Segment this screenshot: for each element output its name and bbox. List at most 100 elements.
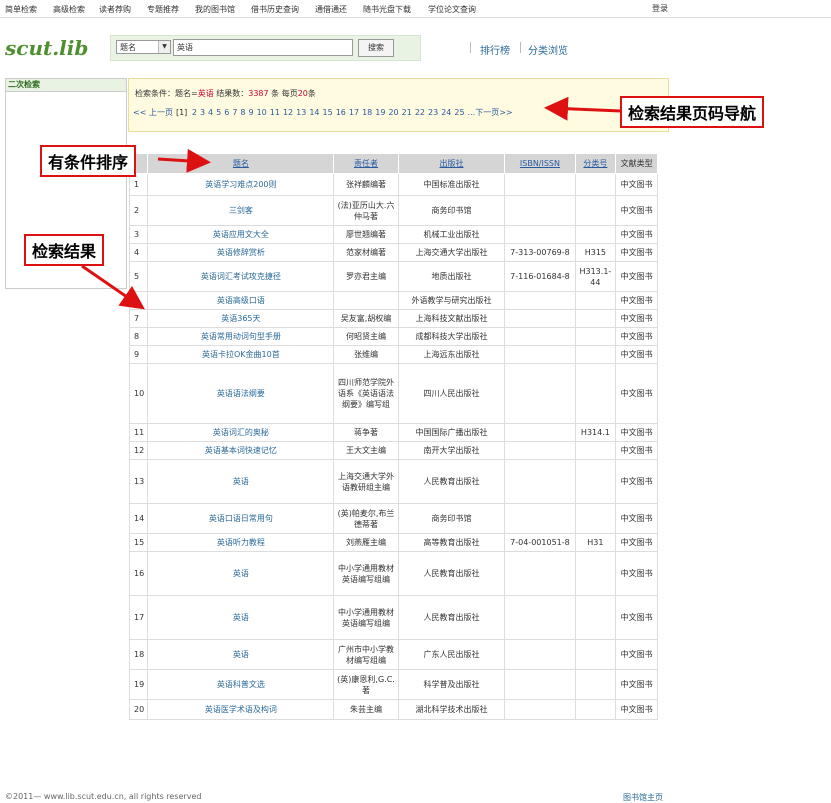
sort-by-author[interactable]: 责任者 [333,153,399,174]
nav-interlibrary[interactable]: 通借通还 [315,4,347,15]
nav-advanced-search[interactable]: 高级检索 [53,4,85,15]
sort-by-isbn[interactable]: ISBN/ISSN [504,153,576,174]
author-cell: 王大文主编 [333,441,399,460]
doc-type-cell: 中文图书 [615,459,658,504]
next-page-link[interactable]: ...下一页>> [468,108,513,117]
author-cell: 范家材编著 [333,243,399,262]
page-link[interactable]: 11 [270,108,280,117]
search-button[interactable]: 搜索 [358,39,394,57]
doc-type-cell: 中文图书 [615,423,658,442]
title-link[interactable]: 英语听力教程 [147,533,335,552]
title-link[interactable]: 英语口语日常用句 [147,503,335,534]
row-number: 13 [128,459,149,504]
class-number-cell [574,363,617,424]
page-link[interactable]: 8 [240,108,245,117]
title-link[interactable]: 英语常用动词句型手册 [147,327,335,346]
page-link[interactable]: 2 [192,108,197,117]
page-link[interactable]: 22 [415,108,425,117]
row-number: 18 [128,639,149,670]
page-link[interactable]: 15 [323,108,333,117]
title-link[interactable]: 英语修辞赏析 [147,243,335,262]
nav-borrow-history[interactable]: 借书历史查询 [251,4,299,15]
class-number-cell [574,595,617,640]
table-row: 12 英语基本词快速记忆 王大文主编 南开大学出版社 中文图书 [128,441,658,460]
page-link[interactable]: 9 [249,108,254,117]
ranking-link[interactable]: 排行榜 [480,42,510,57]
field-select-value: 题名 [120,43,136,52]
row-number: 14 [128,503,149,534]
search-condition: 检索条件：题名=英语 结果数：3387 条 每页20条 [135,88,316,99]
title-link[interactable]: 英语科普文选 [147,669,335,700]
page-link[interactable]: 17 [349,108,359,117]
sort-by-publisher[interactable]: 出版社 [397,153,506,174]
page-link[interactable]: 5 [216,108,221,117]
nav-cd-download[interactable]: 随书光盘下载 [363,4,411,15]
title-link[interactable]: 英语词汇的奥秘 [147,423,335,442]
sort-by-class[interactable]: 分类号 [574,153,617,174]
page-link[interactable]: 6 [224,108,229,117]
page-link[interactable]: 23 [428,108,438,117]
title-link[interactable]: 英语 [147,551,335,596]
doc-type-cell: 中文图书 [615,195,658,226]
page-link[interactable]: 12 [283,108,293,117]
login-link[interactable]: 登录 [652,3,668,14]
page-link[interactable]: 24 [441,108,451,117]
isbn-cell [504,459,576,504]
table-row: 2 三剑客 (法)亚历山大.六仲马著 商务印书馆 中文图书 [128,195,658,226]
nav-simple-search[interactable]: 简单检索 [5,4,37,15]
page-link[interactable]: 25 [454,108,464,117]
doc-type-cell: 中文图书 [615,243,658,262]
search-input[interactable] [173,39,353,56]
title-link[interactable]: 英语基本词快速记忆 [147,441,335,460]
title-link[interactable]: 英语 [147,639,335,670]
class-number-cell: H31 [574,533,617,552]
publisher-cell: 商务印书馆 [397,503,506,534]
chevron-down-icon: ▼ [158,41,170,53]
condition-label: 检索条件：题名= [135,89,198,98]
title-link[interactable]: 英语365天 [147,309,335,328]
sort-by-title[interactable]: 题名 [147,153,335,174]
title-link[interactable]: 英语高级口语 [147,291,335,310]
nav-topic-recommend[interactable]: 专题推荐 [147,4,179,15]
page-link[interactable]: 13 [296,108,306,117]
doc-type-cell: 中文图书 [615,291,658,310]
page-link[interactable]: 16 [336,108,346,117]
nav-my-library[interactable]: 我的图书馆 [195,4,235,15]
page-link[interactable]: 14 [309,108,319,117]
page-link[interactable]: 10 [257,108,267,117]
table-row: 19 英语科普文选 (英)康恩利,G.C.著 科学普及出版社 中文图书 [128,669,658,700]
title-link[interactable]: 三剑客 [147,195,335,226]
page-link[interactable]: 19 [375,108,385,117]
site-logo[interactable]: scut.lib [5,36,88,60]
page-link[interactable]: 4 [208,108,213,117]
title-link[interactable]: 英语学习难点200则 [147,173,335,196]
page-link[interactable]: 20 [388,108,398,117]
author-cell: 刘燕雁主编 [333,533,399,552]
title-link[interactable]: 英语词汇考试攻克捷径 [147,261,335,292]
title-link[interactable]: 英语 [147,459,335,504]
author-cell: 罗亦君主编 [333,261,399,292]
doc-type-cell: 中文图书 [615,639,658,670]
page-link[interactable]: 3 [200,108,205,117]
annotation-sort: 有条件排序 [40,145,137,177]
title-link[interactable]: 英语 [147,595,335,640]
page-link[interactable]: 21 [402,108,412,117]
nav-thesis-search[interactable]: 学位论文查询 [428,4,476,15]
title-link[interactable]: 英语应用文大全 [147,225,335,244]
author-cell: (英)帕麦尔,布兰德蒂著 [333,503,399,534]
title-link[interactable]: 英语医学术语及构词 [147,699,335,720]
page-link[interactable]: 18 [362,108,372,117]
isbn-cell [504,595,576,640]
annotation-pager-nav: 检索结果页码导航 [620,96,765,128]
title-link[interactable]: 英语语法纲要 [147,363,335,424]
class-number-cell [574,291,617,310]
doc-type-cell: 中文图书 [615,173,658,196]
prev-page-link[interactable]: << 上一页 [133,108,173,117]
title-link[interactable]: 英语卡拉OK金曲10首 [147,345,335,364]
page-link[interactable]: 7 [232,108,237,117]
browse-link[interactable]: 分类浏览 [528,42,568,57]
footer-home-link[interactable]: 图书馆主页 [623,792,663,803]
nav-reader-recommend[interactable]: 读者荐购 [99,4,131,15]
field-select[interactable]: 题名 ▼ [116,40,171,54]
row-number: 19 [128,669,149,700]
